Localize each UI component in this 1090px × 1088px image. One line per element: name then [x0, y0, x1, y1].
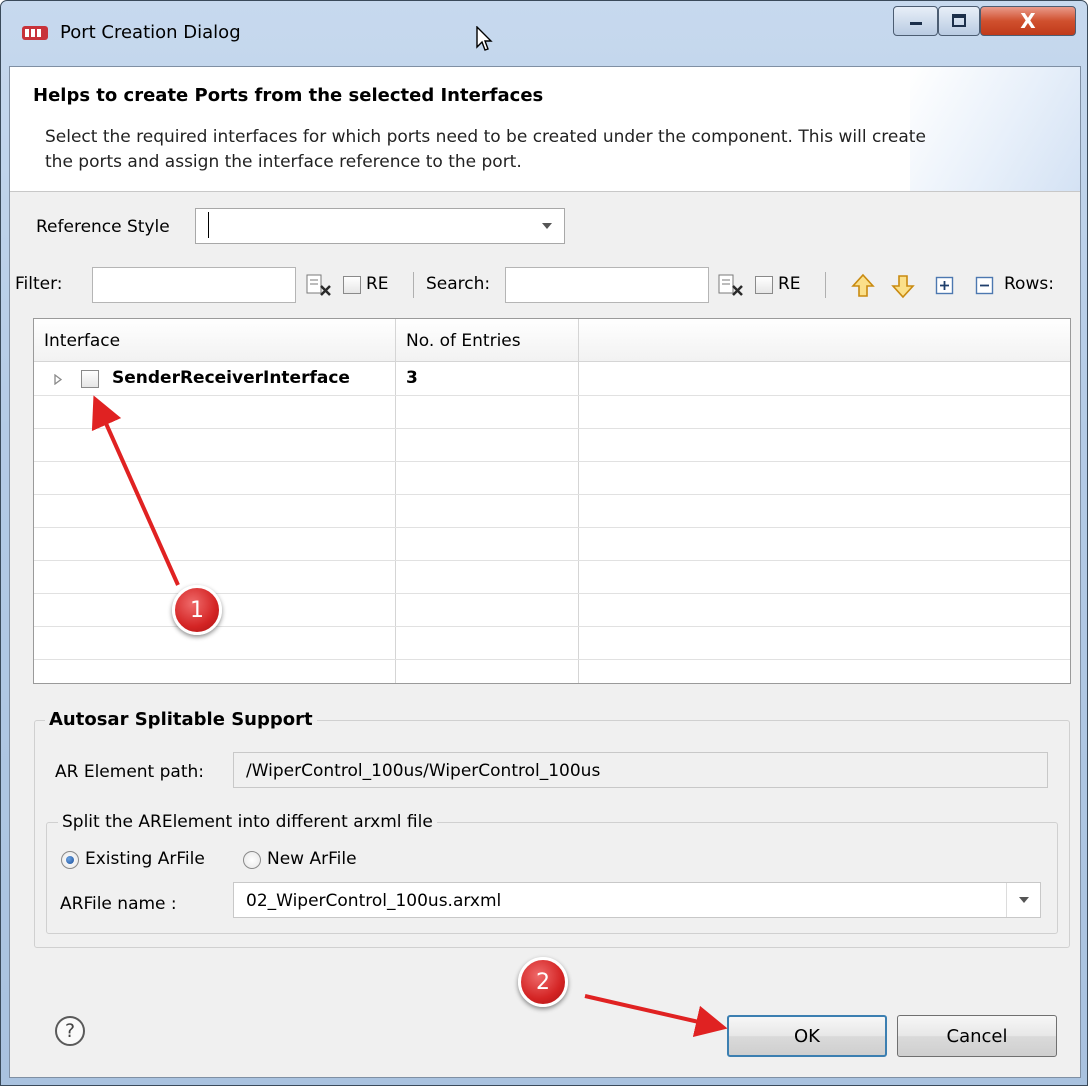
existing-arfile-label[interactable]: Existing ArFile — [85, 849, 205, 869]
row-divider — [34, 560, 1070, 561]
maximize-button[interactable] — [938, 6, 980, 36]
ok-label: OK — [794, 1025, 820, 1047]
arfile-name-combo[interactable]: 02_WiperControl_100us.arxml — [233, 882, 1041, 918]
window-title: Port Creation Dialog — [60, 22, 241, 43]
row-divider — [34, 428, 1070, 429]
arfile-dropdown-arrow[interactable] — [1006, 883, 1041, 917]
chevron-down-icon — [1019, 897, 1029, 903]
header-description: Select the required interfaces for which… — [45, 127, 926, 172]
row-divider — [34, 527, 1070, 528]
dialog-header: Helps to create Ports from the selected … — [10, 67, 1080, 192]
header-title: Helps to create Ports from the selected … — [33, 85, 544, 106]
row-checkbox[interactable] — [81, 370, 99, 388]
clear-filter-icon[interactable] — [306, 274, 332, 296]
arfile-name-label: ARFile name : — [60, 894, 177, 914]
table-header — [34, 319, 1070, 362]
ar-element-path-label: AR Element path: — [55, 762, 205, 782]
splitable-group-title: Autosar Splitable Support — [45, 709, 317, 730]
text-caret — [208, 212, 209, 238]
help-glyph: ? — [64, 1020, 76, 1042]
interface-name: SenderReceiverInterface — [112, 368, 350, 388]
filter-label: Filter: — [15, 274, 63, 294]
mouse-cursor-icon — [476, 26, 493, 51]
title-bar[interactable]: Port Creation Dialog X — [0, 0, 1090, 66]
split-group-title: Split the ARElement into different arxml… — [58, 812, 437, 832]
minimize-icon — [909, 22, 922, 25]
expand-all-icon[interactable] — [935, 276, 955, 296]
filter-regex-label: RE — [366, 274, 389, 294]
rows-label[interactable]: Rows: — [1004, 274, 1054, 294]
maximize-icon — [952, 14, 966, 27]
new-arfile-label[interactable]: New ArFile — [267, 849, 357, 869]
new-arfile-radio[interactable] — [243, 851, 261, 869]
filter-regex-checkbox[interactable] — [343, 276, 361, 294]
row-divider — [34, 461, 1070, 462]
reference-style-combo[interactable] — [195, 208, 565, 244]
help-icon[interactable]: ? — [55, 1016, 85, 1046]
row-divider — [34, 494, 1070, 495]
ar-element-path-field[interactable]: /WiperControl_100us/WiperControl_100us — [233, 752, 1048, 788]
toolbar-separator — [825, 272, 826, 298]
annotation-number-2: 2 — [536, 969, 550, 995]
close-button[interactable]: X — [980, 6, 1076, 36]
search-input[interactable] — [505, 267, 709, 303]
collapse-all-icon[interactable] — [975, 276, 995, 296]
search-label: Search: — [426, 274, 491, 294]
search-regex-label: RE — [778, 274, 801, 294]
existing-arfile-radio[interactable] — [61, 851, 79, 869]
column-header-interface[interactable]: Interface — [44, 331, 120, 351]
filter-input[interactable] — [92, 267, 296, 303]
reference-style-dropdown-arrow[interactable] — [530, 209, 564, 243]
chevron-down-icon — [542, 223, 552, 229]
search-regex-checkbox[interactable] — [755, 276, 773, 294]
annotation-badge-1: 1 — [172, 585, 222, 635]
arfile-name-value: 02_WiperControl_100us.arxml — [246, 891, 502, 911]
toolbar-separator — [413, 272, 414, 298]
column-header-entries[interactable]: No. of Entries — [406, 331, 521, 351]
minimize-button[interactable] — [893, 6, 938, 36]
annotation-number-1: 1 — [190, 597, 204, 623]
cancel-label: Cancel — [946, 1025, 1008, 1047]
app-icon — [22, 26, 48, 40]
arrow-up-icon[interactable] — [851, 273, 875, 299]
cancel-button[interactable]: Cancel — [897, 1015, 1057, 1057]
annotation-badge-2: 2 — [518, 957, 568, 1007]
table-row[interactable]: SenderReceiverInterface 3 — [34, 362, 1070, 395]
close-icon: X — [1020, 9, 1036, 33]
row-divider — [34, 659, 1070, 660]
arrow-down-icon[interactable] — [891, 273, 915, 299]
entry-count: 3 — [406, 368, 418, 388]
expand-triangle-icon[interactable] — [54, 374, 62, 385]
clear-search-icon[interactable] — [718, 274, 744, 296]
reference-style-label: Reference Style — [36, 217, 170, 237]
ok-button[interactable]: OK — [727, 1015, 887, 1057]
ar-element-path-value: /WiperControl_100us/WiperControl_100us — [246, 761, 601, 781]
row-divider — [34, 395, 1070, 396]
